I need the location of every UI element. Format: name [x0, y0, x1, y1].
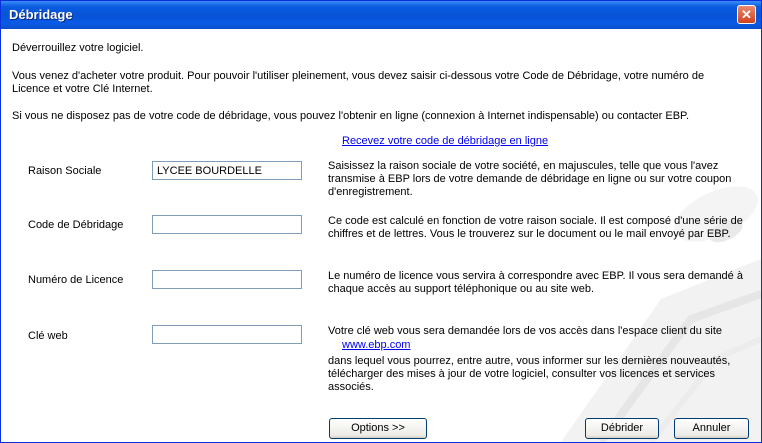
online-code-link[interactable]: Recevez votre code de débridage en ligne: [342, 135, 548, 147]
annuler-button[interactable]: Annuler: [674, 418, 749, 439]
cle-web-help-1: Votre clé web vous sera demandée lors de…: [328, 325, 723, 337]
code-debridage-help-2: chiffres et de lettres. Vous le trouvere…: [328, 228, 731, 240]
intro-paragraph-line1: Vous venez d'acheter votre produit. Pour…: [12, 70, 705, 82]
debrider-button[interactable]: Débrider: [585, 418, 659, 439]
cle-web-help-3: télécharger des mises à jour de votre lo…: [328, 368, 716, 380]
intro-heading: Déverrouillez votre logiciel.: [12, 42, 144, 54]
intro-paragraph-line2: Licence et votre Clé Internet.: [12, 83, 153, 95]
raison-sociale-input[interactable]: [152, 161, 302, 180]
cle-web-help-2: dans lequel vous pourrez, entre autre, v…: [328, 355, 731, 367]
raison-sociale-help-2: transmise à EBP lors de votre demande de…: [328, 173, 732, 185]
code-debridage-input[interactable]: [152, 215, 302, 234]
window-title: Débridage: [9, 7, 73, 22]
raison-sociale-label: Raison Sociale: [28, 165, 102, 177]
debridage-dialog: Débridage ✕ Déverrouillez votre logiciel…: [0, 0, 762, 443]
cle-web-label: Clé web: [28, 330, 68, 342]
numero-licence-input[interactable]: [152, 270, 302, 289]
numero-licence-help-1: Le numéro de licence vous servira à corr…: [328, 270, 743, 282]
code-debridage-help-1: Ce code est calculé en fonction de votre…: [328, 215, 743, 227]
dialog-content: Déverrouillez votre logiciel. Vous venez…: [1, 29, 761, 442]
raison-sociale-help-1: Saisissez la raison sociale de votre soc…: [328, 160, 719, 172]
code-debridage-label: Code de Débridage: [28, 219, 124, 231]
raison-sociale-help-3: d'enregistrement.: [328, 186, 413, 198]
numero-licence-label: Numéro de Licence: [28, 274, 124, 286]
close-button[interactable]: ✕: [737, 5, 756, 24]
cle-web-input[interactable]: [152, 325, 302, 344]
title-bar[interactable]: Débridage ✕: [1, 1, 761, 29]
options-button[interactable]: Options >>: [329, 418, 427, 439]
numero-licence-help-2: chaque accès au support téléphonique ou …: [328, 283, 595, 295]
ebp-website-link[interactable]: www.ebp.com: [342, 339, 410, 351]
intro-online-hint: Si vous ne disposez pas de votre code de…: [12, 110, 690, 122]
cle-web-help-4: associés.: [328, 381, 374, 393]
